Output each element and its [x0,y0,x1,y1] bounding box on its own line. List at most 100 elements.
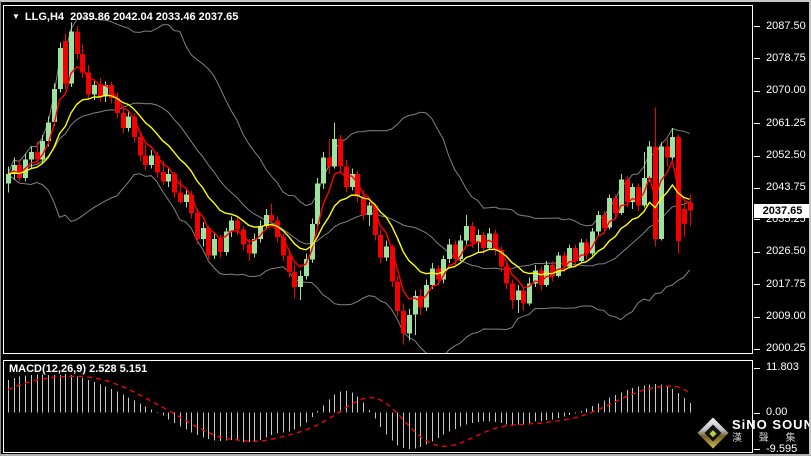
bear-candle-body [395,281,400,311]
bear-candle-body [504,267,509,284]
bear-candle-body [453,244,458,259]
bull-candle-body [447,244,452,259]
axis-tick-mark [754,252,760,253]
bear-candle-body [602,215,607,228]
bear-candle-body [625,180,630,202]
bear-candle-body [235,220,240,229]
bear-candle-body [143,156,148,165]
bull-candle-body [321,157,326,183]
bull-candle-body [647,146,652,178]
axis-tick-label: 11.803 [766,361,799,373]
bear-candle-body [75,32,80,54]
bollinger-upper-band [8,17,690,226]
axis-tick-mark [754,413,760,414]
axis-tick-mark [754,26,760,27]
sino-sound-logo-icon [697,417,728,448]
candles-group [6,23,693,345]
macd-indicator-panel: MACD(12,26,9) 2.528 5.151 [3,360,753,453]
bear-candle-body [292,272,297,287]
bear-candle-body [378,235,383,257]
axis-tick-mark [754,449,760,450]
bull-candle-body [516,291,521,300]
axis-tick-label: -9.595 [766,443,797,455]
price-scale-axis[interactable]: 2037.65 2087.502078.752070.002061.252052… [754,2,811,456]
chart-symbol-label: LLG,H4 [25,11,64,23]
macd-histogram-group [9,374,691,449]
bull-candle-body [384,246,389,257]
bear-candle-body [287,256,292,273]
bollinger-lower-band [8,174,690,353]
axis-tick-label: 2026.50 [766,245,806,257]
axis-tick-label: 2000.25 [766,342,806,354]
bull-candle-body [166,174,171,181]
bear-candle-body [373,206,378,236]
logo-text-block: SiNO SOUND 漢 聲 集 團 [732,418,811,444]
bear-candle-body [161,172,166,181]
bear-candle-body [521,291,526,304]
axis-tick-mark [754,156,760,157]
axis-tick-mark [754,123,760,124]
chart-ohlc-values: 2039.86 2042.04 2033.46 2037.65 [70,11,238,23]
bull-candle-body [92,85,97,94]
bull-candle-body [556,256,561,276]
bear-candle-body [338,139,343,167]
axis-tick-mark [754,219,760,220]
bull-candle-body [29,152,34,159]
bull-candle-body [407,315,412,334]
axis-tick-mark [754,317,760,318]
axis-tick-mark [754,349,760,350]
bear-candle-body [138,137,143,156]
bear-candle-body [178,193,183,202]
bear-candle-body [613,198,618,213]
symbol-dropdown-icon[interactable]: ▼ [12,12,20,21]
bear-candle-body [206,228,211,256]
current-price-tag: 2037.65 [754,204,811,218]
bull-candle-body [229,220,234,231]
axis-tick-label: 2087.50 [766,20,806,32]
bull-candle-body [6,174,11,183]
bear-candle-body [327,157,332,166]
bull-candle-body [464,226,469,241]
axis-tick-mark [754,91,760,92]
bull-candle-body [607,198,612,228]
bull-candle-body [58,48,63,89]
bull-candle-body [596,215,601,232]
bear-candle-body [63,41,68,84]
bull-candle-body [126,117,131,128]
sino-sound-logo: SiNO SOUND 漢 聲 集 團 [702,418,811,444]
axis-tick-label: 2061.25 [766,117,806,129]
bull-candle-body [149,156,154,165]
bull-candle-body [659,146,664,239]
bull-candle-body [670,137,675,157]
axis-tick-label: 2043.75 [766,181,806,193]
bear-candle-body [401,311,406,333]
bull-candle-body [332,139,337,167]
axis-tick-mark [754,188,760,189]
logo-text-en: SiNO SOUND [732,418,811,431]
macd-indicator-label: MACD(12,26,9) 2.528 5.151 [9,363,147,375]
logo-inner-diamond [705,424,722,441]
logo-core-dot [709,429,716,436]
bear-candle-body [481,235,486,248]
chart-window: ▼LLG,H4 2039.86 2042.04 2033.46 2037.65 … [0,0,811,456]
axis-tick-label: 2070.00 [766,84,806,96]
axis-tick-label: 2052.50 [766,149,806,161]
bull-candle-body [579,243,584,262]
price-chart-canvas[interactable] [4,6,752,353]
bull-candle-body [201,228,206,239]
axis-tick-label: 2009.00 [766,310,806,322]
bear-candle-body [247,244,252,253]
macd-signal-line [8,376,690,446]
bear-candle-body [665,146,670,157]
logo-text-cn: 漢 聲 集 團 [732,434,811,444]
bear-candle-body [510,283,515,300]
bull-candle-body [184,194,189,201]
bear-candle-body [98,85,103,96]
axis-tick-label: 2017.75 [766,278,806,290]
bull-candle-body [544,265,549,285]
axis-tick-mark [754,368,760,369]
bull-candle-body [298,276,303,287]
bear-candle-body [218,239,223,252]
bear-candle-body [636,187,641,206]
axis-tick-mark [754,284,760,285]
